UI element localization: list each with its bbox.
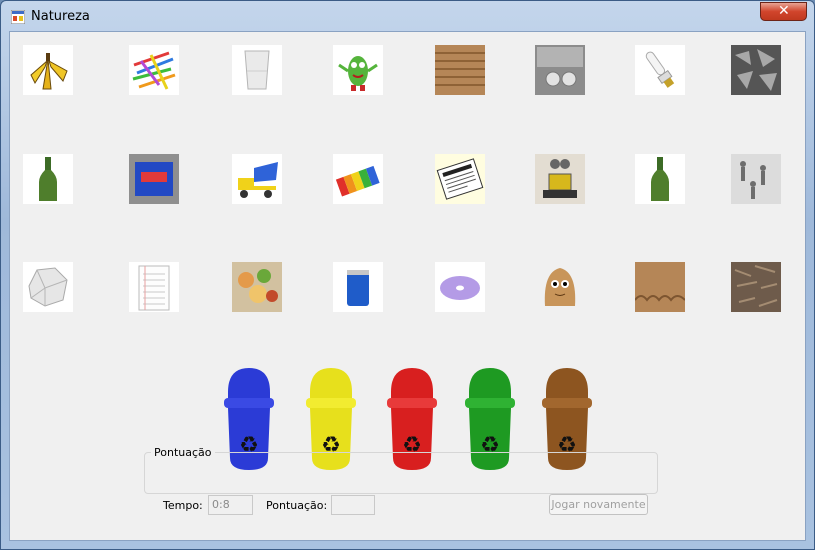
food-scraps-icon[interactable] [232, 262, 282, 312]
green-character-toy-icon[interactable] [333, 45, 383, 95]
robot-toy-icon[interactable] [535, 154, 585, 204]
title-bar[interactable]: Natureza ✕ [1, 1, 814, 31]
green-bottle-2-icon[interactable] [635, 154, 685, 204]
toy-truck-icon[interactable] [232, 154, 282, 204]
soda-can-icon[interactable] [333, 262, 383, 312]
cd-disc-icon[interactable] [435, 262, 485, 312]
score-label: Pontuação: [266, 499, 328, 512]
banana-peel-icon[interactable] [23, 45, 73, 95]
paper-clips-icon[interactable] [129, 45, 179, 95]
plastic-cup-icon[interactable] [232, 45, 282, 95]
window-title: Natureza [31, 9, 90, 24]
metal-cans-icon[interactable] [535, 45, 585, 95]
app-icon [11, 10, 25, 24]
newspapers-icon[interactable] [435, 154, 485, 204]
green-bottle-icon[interactable] [23, 154, 73, 204]
time-label: Tempo: [163, 499, 203, 512]
crumpled-paper-icon[interactable] [23, 262, 73, 312]
toy-soldiers-icon[interactable] [731, 154, 781, 204]
score-groupbox [144, 452, 658, 494]
lego-blocks-icon[interactable] [333, 154, 383, 204]
close-icon: ✕ [778, 3, 790, 19]
notebook-paper-icon[interactable] [129, 262, 179, 312]
corrugated-cardboard-icon[interactable] [435, 45, 485, 95]
snack-wrapper-icon[interactable] [129, 154, 179, 204]
main-window: Natureza ✕ ♻ ♻ ♻ ♻ ♻ Pontuação Tempo: 0:… [0, 0, 815, 550]
scrap-metal-icon[interactable] [731, 45, 781, 95]
shredded-wood-icon[interactable] [731, 262, 781, 312]
score-field[interactable] [331, 495, 375, 515]
cardboard-icon[interactable] [635, 262, 685, 312]
play-again-button[interactable]: Jogar novamente [549, 494, 648, 515]
pou-character-icon[interactable] [535, 262, 585, 312]
score-groupbox-title: Pontuação [151, 446, 215, 459]
time-field[interactable]: 0:8 [208, 495, 253, 515]
close-button[interactable]: ✕ [760, 2, 807, 21]
light-bulb-icon[interactable] [635, 45, 685, 95]
